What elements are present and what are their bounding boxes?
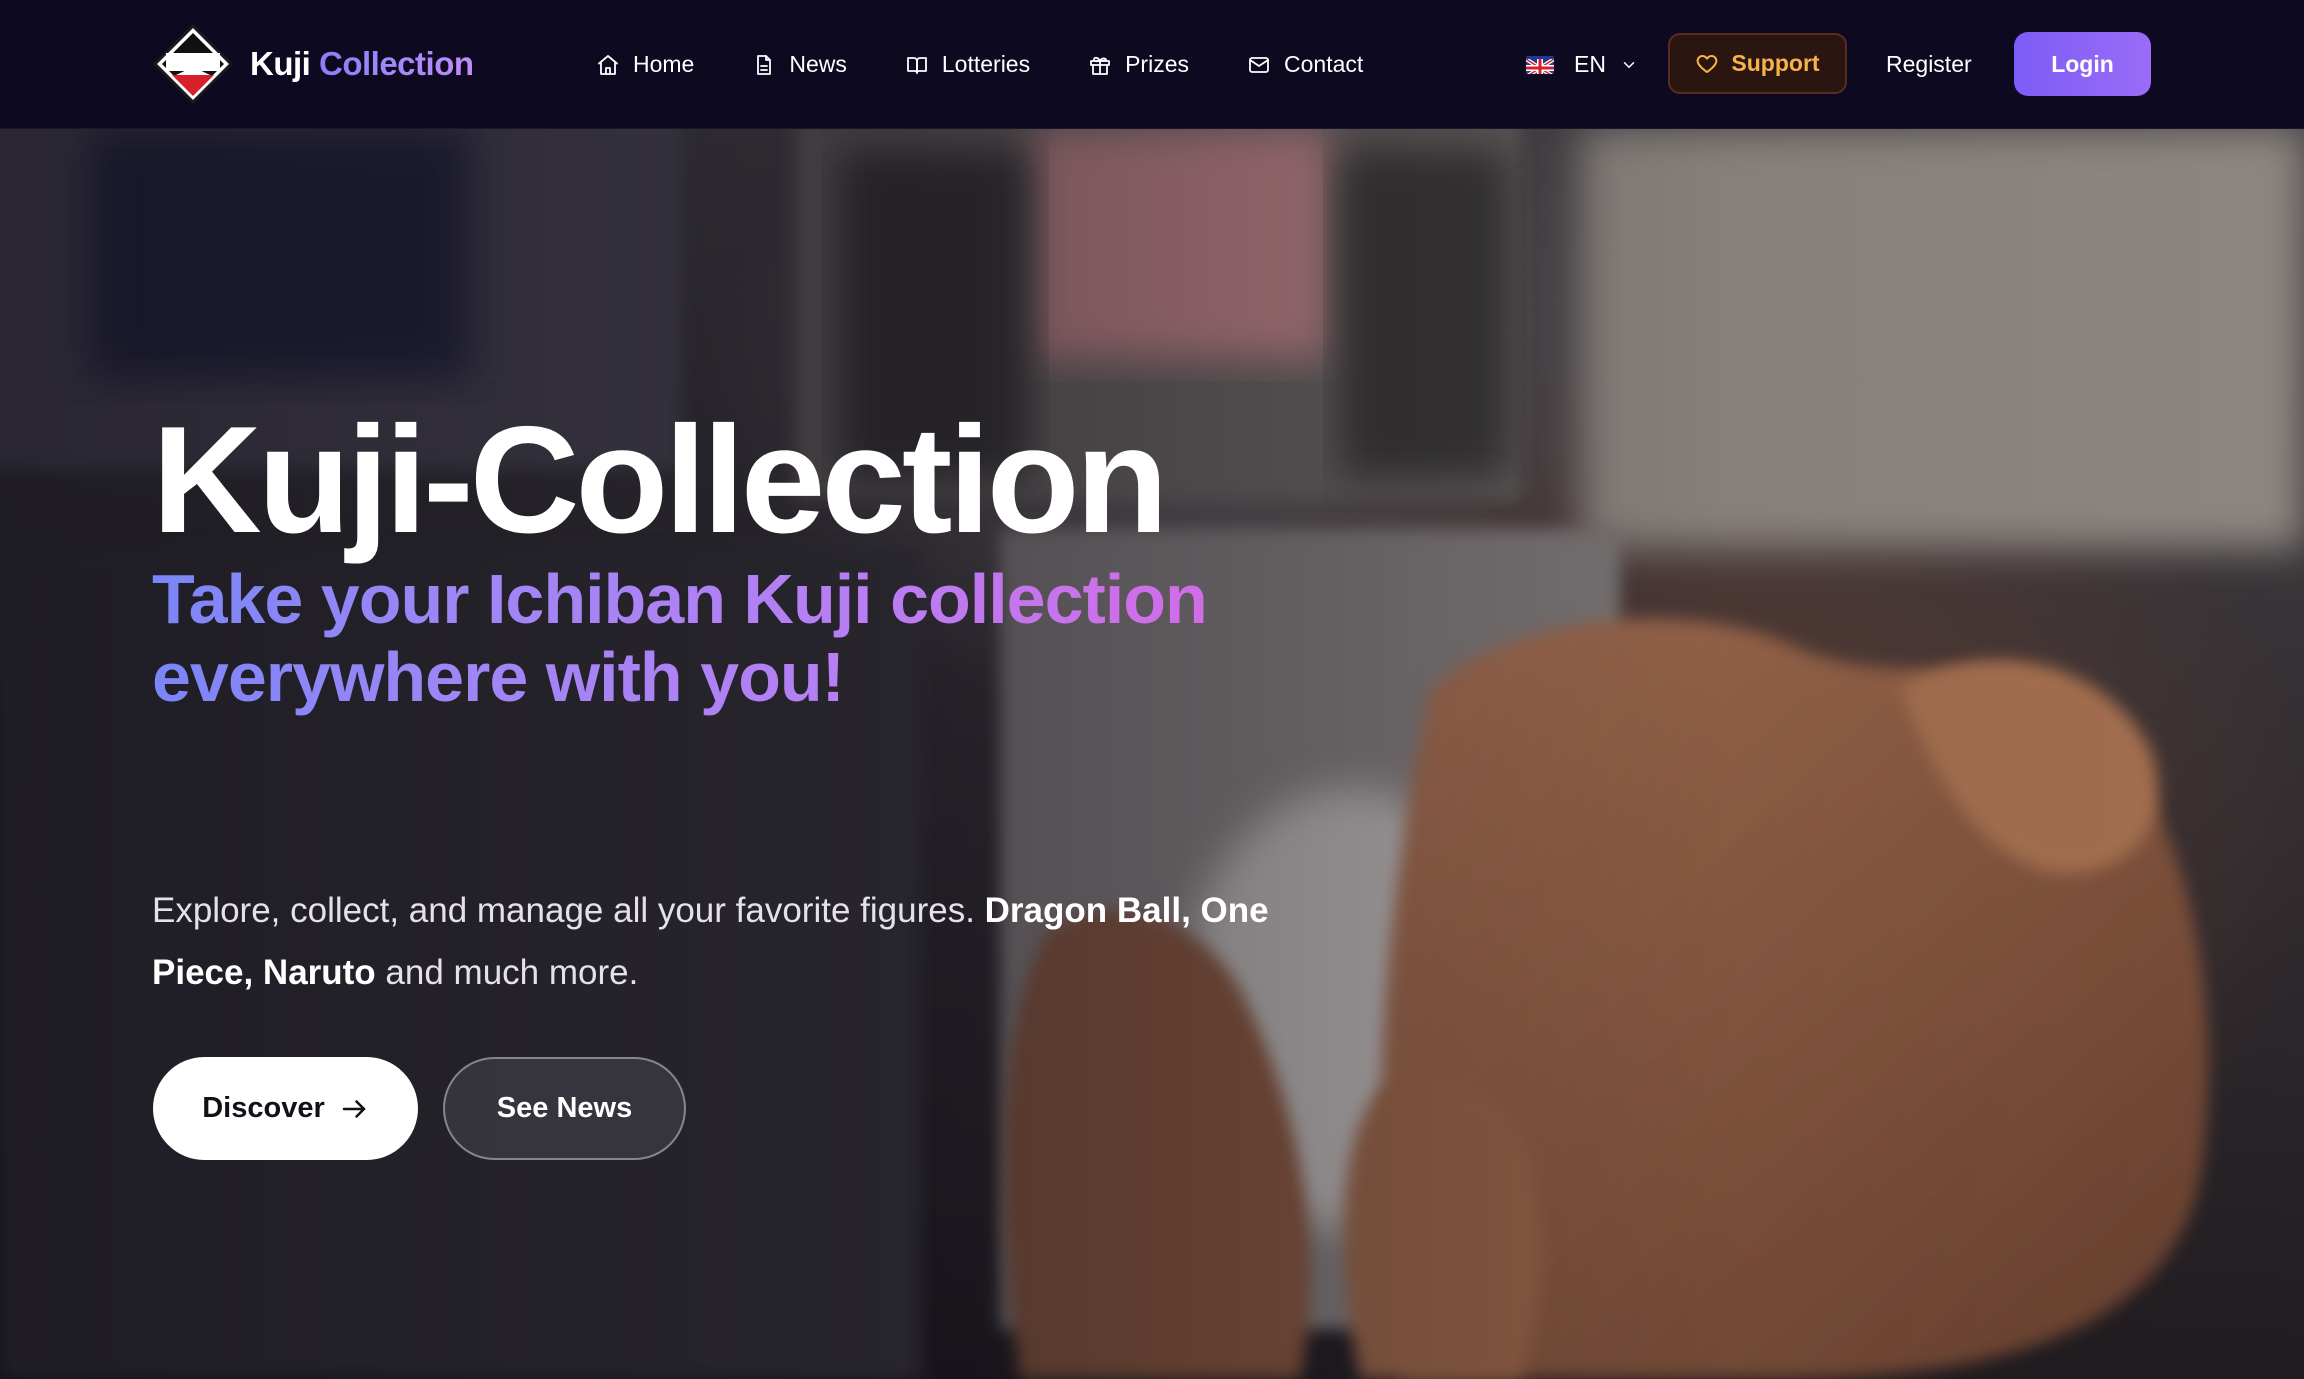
nav-item-news-label: News: [789, 51, 847, 77]
see-news-button[interactable]: See News: [443, 1057, 686, 1160]
hero-description-text: Explore, collect, and manage all your fa…: [152, 891, 985, 930]
language-selector[interactable]: EN: [1526, 0, 1638, 129]
nav-item-lotteries[interactable]: Lotteries: [905, 51, 1030, 78]
ichiban-kuji-logo-icon: [152, 23, 234, 105]
brand[interactable]: Kuji Collection: [152, 22, 474, 106]
home-icon: [598, 54, 618, 75]
document-icon: [757, 54, 772, 75]
nav-item-lotteries-label: Lotteries: [941, 51, 1031, 77]
brand-name-primary: Kuji: [250, 45, 311, 82]
chevron-down-icon: [1623, 61, 1635, 68]
hero-description: Explore, collect, and manage all your fa…: [152, 880, 1302, 1004]
main-nav: Home News Lotteries Prizes Contact: [596, 0, 1421, 129]
nav-item-home[interactable]: Home: [596, 51, 694, 78]
hero-description-tail: and much more.: [375, 953, 639, 992]
mail-icon: [1249, 56, 1269, 73]
nav-item-prizes-label: Prizes: [1125, 51, 1189, 77]
book-open-icon: [906, 56, 927, 74]
nav-item-prizes[interactable]: Prizes: [1088, 51, 1189, 78]
brand-name-accent: Collection: [319, 45, 474, 82]
language-code: EN: [1574, 51, 1606, 77]
uk-flag-icon: [1526, 55, 1554, 74]
login-button[interactable]: Login: [2014, 32, 2151, 96]
support-button[interactable]: Support: [1668, 33, 1847, 94]
nav-item-news[interactable]: News: [752, 51, 847, 78]
nav-item-home-label: Home: [633, 51, 695, 77]
hero-title: Kuji-Collection: [152, 395, 1168, 565]
nav-item-contact[interactable]: Contact: [1247, 51, 1363, 78]
register-link[interactable]: Register: [1886, 0, 1972, 129]
heart-icon: [1697, 54, 1718, 73]
nav-item-contact-label: Contact: [1284, 51, 1364, 77]
arrow-right-icon: [342, 1099, 365, 1118]
discover-button-label: Discover: [202, 1092, 325, 1124]
hero-section: [0, 129, 2304, 1379]
top-navbar: Kuji Collection Home News Lotteries Priz…: [0, 0, 2304, 129]
hero-overlay: [0, 129, 2304, 1379]
hero-subtitle: Take your Ichiban Kuji collection everyw…: [152, 560, 1402, 716]
gift-icon: [1090, 56, 1110, 75]
discover-button[interactable]: Discover: [153, 1057, 418, 1160]
brand-name: Kuji Collection: [250, 45, 474, 83]
support-label: Support: [1731, 50, 1820, 76]
